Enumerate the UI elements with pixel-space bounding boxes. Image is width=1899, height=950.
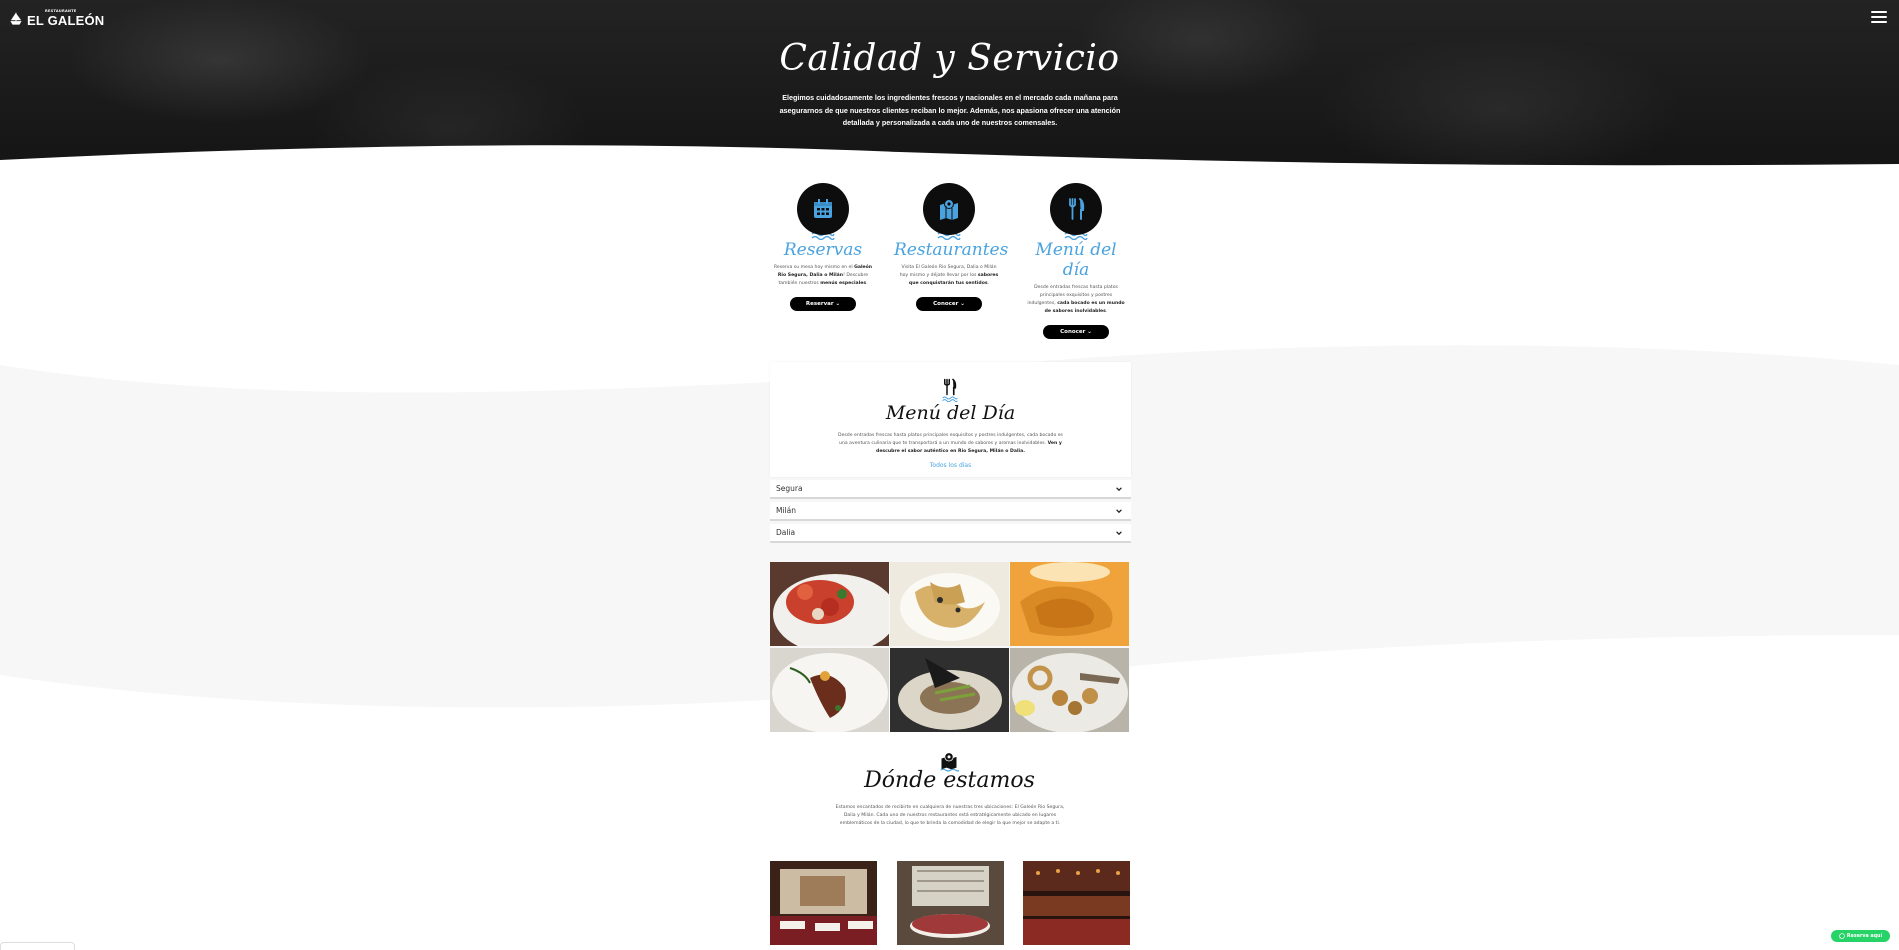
donde-title: Dónde estamos: [864, 768, 1035, 793]
feature-icon-circle: [923, 183, 975, 235]
accordion-label: Milán: [776, 506, 796, 515]
food-photo-grilled-octopus[interactable]: [770, 648, 889, 732]
feature-icon-circle: [797, 183, 849, 235]
food-photo-fried-squid[interactable]: [890, 562, 1009, 646]
accordion-label: Dalia: [776, 528, 796, 537]
restaurant-photo-segura[interactable]: [770, 861, 877, 945]
feature-text: Reserva su mesa hoy mismo en el Galeón R…: [773, 265, 873, 286]
hero-section: RESTAURANTE EL GALEÓN Calidad y Servicio…: [0, 0, 1899, 180]
chevron-down-icon: [1116, 508, 1122, 513]
feature-title: Menú del día: [1035, 240, 1117, 280]
fork-knife-icon: [1069, 198, 1085, 220]
logo-name: EL GALEÓN: [27, 13, 105, 28]
donde-text: Estamos encantados de recibirte en cualq…: [835, 805, 1065, 826]
map-pin-icon: [940, 199, 958, 220]
logo[interactable]: RESTAURANTE EL GALEÓN: [9, 9, 104, 28]
hero-wave-divider: [0, 145, 1899, 180]
restaurant-photo-milan[interactable]: [1023, 861, 1130, 945]
logo-tagline: RESTAURANTE: [45, 9, 77, 13]
menu-del-dia-card: Menú del Día Desde entradas frescas hast…: [770, 362, 1131, 477]
feature-menu-dia: Menú del día Desde entradas frescas hast…: [1021, 183, 1131, 339]
hero-text: Elegimos cuidadosamente los ingredientes…: [779, 93, 1121, 127]
conocer-menu-button[interactable]: Conocer ⌄: [1043, 325, 1109, 339]
chevron-down-icon: [1116, 486, 1122, 491]
hamburger-menu-icon[interactable]: [1871, 11, 1887, 24]
page: RESTAURANTE EL GALEÓN Calidad y Servicio…: [0, 0, 1899, 950]
accordion-label: Segura: [776, 484, 803, 493]
food-photo-octopus[interactable]: [770, 562, 889, 646]
food-gallery: [770, 562, 1130, 732]
food-photo-tartar[interactable]: [890, 648, 1009, 732]
todos-los-dias-link[interactable]: Todos los días: [770, 462, 1131, 469]
calendar-icon: [814, 199, 832, 218]
restaurant-photo-dalia[interactable]: [897, 861, 1004, 945]
feature-restaurantes: Restaurantes Visita El Galeón Rio Segura…: [894, 183, 1009, 311]
food-photo-fried-seafood[interactable]: [1010, 648, 1129, 732]
menu-title: Menú del Día: [885, 402, 1016, 424]
ship-icon: [10, 12, 22, 25]
feature-icon-circle: [1050, 183, 1102, 235]
whatsapp-label: Reserva aquí: [1846, 933, 1883, 939]
reservar-button[interactable]: Reservar ⌄: [790, 297, 856, 311]
food-photo-fried-fish[interactable]: [1010, 562, 1129, 646]
whatsapp-reserve-button[interactable]: Reserva aquí: [1831, 930, 1890, 942]
fork-knife-icon: [944, 378, 957, 396]
accordion-dalia[interactable]: Dalia: [770, 524, 1131, 543]
cookie-tab[interactable]: [0, 942, 75, 950]
chevron-down-icon: [1116, 530, 1122, 535]
accordion-milan[interactable]: Milán: [770, 502, 1131, 521]
accordion-segura[interactable]: Segura: [770, 480, 1131, 499]
menu-text: Desde entradas frescas hasta platos prin…: [838, 433, 1063, 454]
conocer-restaurantes-button[interactable]: Conocer ⌄: [916, 297, 982, 311]
feature-reservas: Reservas Reserva su mesa hoy mismo en el…: [768, 183, 878, 311]
feature-text: Visita El Galeón Rio Segura, Dalia o Mil…: [899, 265, 999, 286]
feature-title: Reservas: [783, 240, 863, 260]
feature-title: Restaurantes: [894, 240, 1009, 260]
whatsapp-icon: [1839, 933, 1845, 939]
feature-text: Desde entradas frescas hasta platos prin…: [1027, 285, 1125, 314]
hero-title: Calidad y Servicio: [779, 38, 1120, 79]
